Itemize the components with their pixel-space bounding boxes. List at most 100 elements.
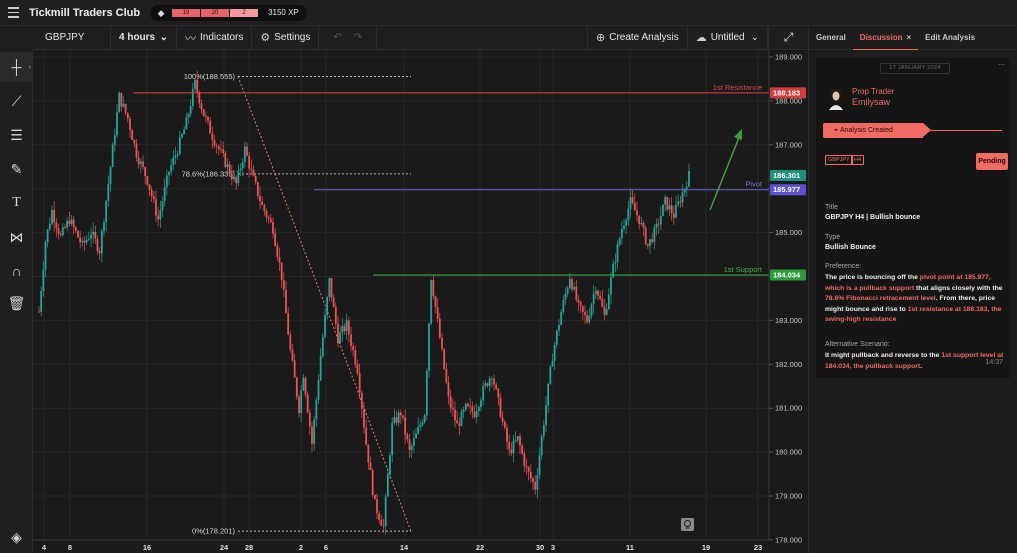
layout-name: Untitled [710, 32, 745, 43]
fullscreen-button[interactable]: ⤢ [768, 25, 808, 50]
candle-body [573, 286, 576, 290]
indicators-icon: 〰 [185, 32, 196, 45]
layout-selector[interactable]: ☁ Untitled ⌄ [688, 25, 768, 50]
candle-body [146, 176, 149, 185]
candle-body [516, 436, 519, 441]
candle-body [395, 417, 398, 423]
menu-icon[interactable] [0, 0, 26, 26]
candle-body [386, 474, 389, 497]
candle-body [399, 412, 402, 416]
candle-body [636, 210, 638, 216]
candle-body [345, 320, 348, 332]
candle-body [653, 227, 656, 242]
body-text: It might pullback and reverse to the [825, 352, 942, 359]
candle-body [267, 217, 270, 219]
time-tick-label: 11 [626, 543, 634, 552]
settings-button[interactable]: ⚙ Settings [252, 25, 320, 50]
candle-body [547, 383, 550, 406]
candle-body [675, 204, 677, 218]
interval-selector[interactable]: 4 hours ⌄ [111, 25, 177, 50]
tab-general[interactable]: General [809, 26, 853, 50]
author-name[interactable]: Emilysaw [852, 97, 890, 107]
analysis-panel: General Discussion × Edit Analysis 17 JAN… [808, 26, 1017, 553]
candle-body [631, 197, 634, 203]
arrow-head [734, 129, 742, 140]
candle-body [207, 116, 209, 121]
undo-icon[interactable]: ↶ [333, 32, 341, 43]
brush-tool[interactable]: ✎ [0, 154, 33, 184]
candle-body [577, 299, 580, 302]
candle-body [681, 192, 684, 203]
candle-body [603, 306, 606, 315]
tab-discussion-label: Discussion [859, 32, 903, 42]
candle-body [187, 114, 190, 118]
symbol-selector[interactable]: GBPJPY [33, 25, 111, 50]
trendline-tool[interactable]: ⟋ [0, 86, 33, 116]
magnet-tool[interactable]: ∩ [0, 256, 33, 286]
chevron-down-icon: ⌄ [159, 32, 168, 43]
panel-tabs: General Discussion × Edit Analysis [809, 26, 1017, 50]
fib-label-100: 100%(188.555) [184, 72, 236, 81]
candle-body [100, 230, 103, 254]
candle-body [226, 164, 229, 167]
candle-body [451, 407, 454, 410]
candle-body [495, 384, 498, 389]
candle-body [350, 334, 352, 346]
price-tick-label: 183.000 [775, 316, 802, 325]
candle-body [55, 222, 58, 228]
plus-circle-icon: ⊕ [596, 32, 606, 44]
redo-icon[interactable]: ↷ [354, 32, 362, 43]
close-icon[interactable]: × [906, 33, 911, 42]
interval-label: 4 hours [119, 32, 156, 43]
candle-body [315, 399, 318, 420]
candle-body [274, 233, 277, 246]
candle-body [384, 496, 387, 527]
candle-body [443, 348, 446, 369]
layers-tool[interactable]: ◈ [0, 522, 33, 552]
fibonacci-retracement[interactable]: 100%(188.555) 78.6%(186.339) 0%(178.201) [182, 72, 412, 536]
candle-body [499, 397, 502, 418]
more-options-icon[interactable]: ⋯ [998, 61, 1005, 69]
horizontal-lines-tool[interactable]: ☰ [0, 120, 33, 150]
candle-body [406, 434, 409, 440]
candle-body [170, 165, 173, 172]
lightbulb-icon[interactable] [681, 518, 694, 531]
candle-body [508, 442, 511, 450]
status-line-label: Analysis Created [839, 127, 893, 134]
candle-body [367, 444, 370, 463]
candle-body [605, 309, 608, 315]
create-analysis-button[interactable]: ⊕ Create Analysis [587, 25, 688, 50]
horizontal-levels[interactable]: 1st Resistance Pivot 1st Support [133, 83, 769, 276]
candle-body [363, 408, 365, 428]
timeframe-tag: H4 [851, 155, 865, 165]
candle-body [486, 383, 489, 386]
candle-body [408, 439, 411, 450]
candle-body [646, 243, 649, 246]
candle-body [484, 383, 487, 387]
candle-body [651, 239, 654, 242]
candle-body [360, 392, 363, 409]
candle-body [120, 92, 123, 107]
indicators-button[interactable]: 〰 Indicators [177, 25, 253, 50]
delete-tool[interactable]: 🗑 [0, 288, 33, 318]
price-axis[interactable] [769, 50, 808, 553]
pattern-tool[interactable]: ⋈ [0, 222, 33, 252]
candle-body [415, 433, 417, 439]
candle-body [291, 349, 294, 361]
tab-edit-analysis[interactable]: Edit Analysis [918, 26, 982, 50]
author-role: Prop Trader [852, 87, 895, 96]
tab-discussion[interactable]: Discussion × [852, 26, 919, 50]
candle-body [209, 120, 212, 134]
time-tick-label: 16 [143, 543, 151, 552]
candle-body [211, 133, 214, 141]
candle-body [642, 223, 645, 228]
time-tick-label: 3 [551, 543, 555, 552]
text-tool[interactable]: T [0, 188, 33, 218]
time-tick-label: 8 [68, 543, 72, 552]
crosshair-tool[interactable]: ┼ › [0, 52, 33, 82]
price-chart[interactable]: 100%(188.555) 78.6%(186.339) 0%(178.201)… [33, 50, 808, 553]
avatar[interactable] [825, 86, 847, 110]
xp-progress[interactable]: ◆ 19 20 2 3150 XP [150, 4, 307, 21]
candle-body [421, 422, 424, 425]
projection-arrow[interactable] [709, 129, 742, 211]
